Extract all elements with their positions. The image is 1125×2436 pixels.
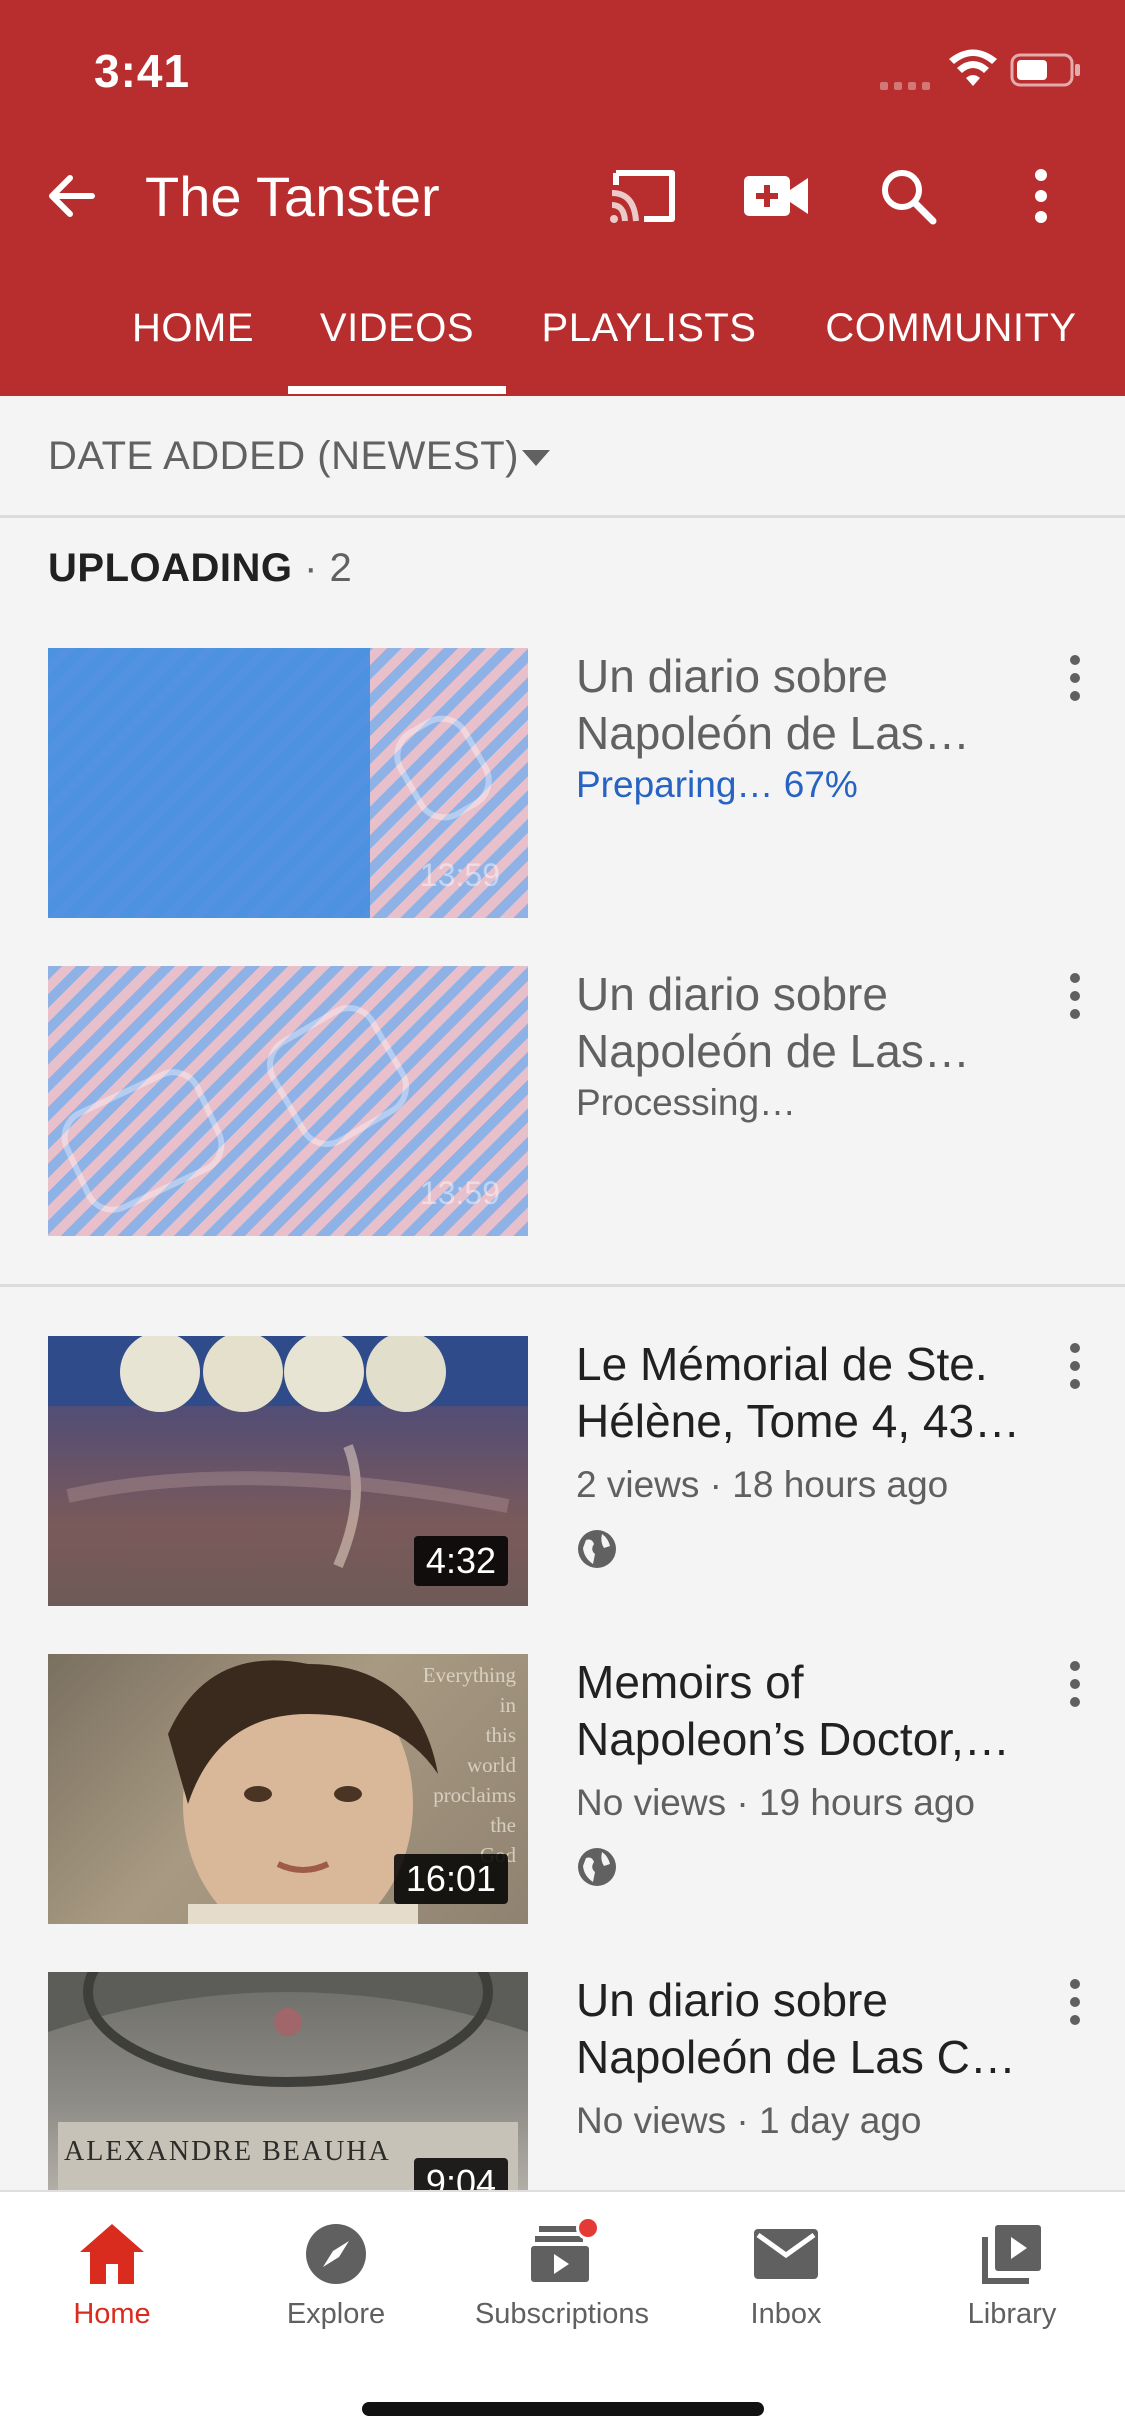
nav-explore-label: Explore [286,2298,386,2330]
tab-community[interactable]: COMMUNITY [820,290,1082,396]
nav-subscriptions[interactable]: Subscriptions [462,2216,662,2338]
video-title: Un diario sobre Napoleón de Las… [576,650,970,759]
cast-button[interactable] [608,160,680,232]
globe-icon [578,1530,616,1568]
upload-progress-bar [48,648,370,918]
globe-icon [578,1848,616,1886]
channel-tabs: HOME VIDEOS PLAYLISTS COMMUNITY [0,290,1125,396]
nav-inbox[interactable]: Inbox [686,2218,886,2338]
app-header: 3:41 The Tanster HOME VIDEOS PLAYLISTS C… [0,0,1125,396]
duration-badge: 4:32 [413,1536,508,1586]
cast-icon [610,170,675,223]
nav-subscriptions-label: Subscriptions [474,2298,650,2330]
bottom-navigation: Home Explore Subscriptions Inbox Library [0,2190,1125,2436]
duration-badge: 9:04 [413,2158,508,2190]
video-camera-plus-icon [744,176,808,216]
tab-playlists[interactable]: PLAYLISTS [536,290,762,396]
back-arrow-icon[interactable] [40,164,104,228]
more-vert-icon [1035,169,1047,223]
more-vert-icon[interactable] [1060,1656,1090,1720]
upload-thumbnail: 13:59 [48,966,528,1236]
search-icon [882,170,937,225]
uploading-heading: UPLOADING · 2 [48,546,352,591]
upload-item[interactable]: 13:59 Un diario sobre Napoleón de Las… P… [0,966,1125,1238]
cell-signal-icon [880,82,930,90]
status-time: 3:41 [94,45,191,97]
channel-title: The Tanster [145,165,440,228]
tab-videos[interactable]: VIDEOS [288,290,506,396]
notification-badge [576,2216,600,2240]
uploading-count: · 2 [304,546,353,590]
caret-down-icon [522,450,550,466]
compass-icon [306,2224,366,2284]
more-vert-icon[interactable] [1060,650,1090,714]
video-title[interactable]: Le Mémorial de Ste. Hélène, Tome 4, 43… [576,1336,1026,1450]
thumbnail-caption: ALEXANDRE BEAUHA [64,2136,391,2167]
video-meta: No views · 19 hours ago [576,1782,975,1823]
library-icon [982,2225,1041,2284]
nav-library-label: Library [967,2298,1057,2330]
duration-badge: 16:01 [393,1854,508,1904]
battery-icon [1010,53,1080,87]
more-options-button[interactable] [1005,160,1077,232]
sort-label: DATE ADDED (NEWEST) [48,434,520,478]
video-title[interactable]: Memoirs of Napoleon’s Doctor,… [576,1654,1026,1768]
video-thumbnail[interactable]: Everything in this world proclaims the G… [48,1654,528,1924]
uploading-label: UPLOADING [48,546,293,590]
video-title: Un diario sobre Napoleón de Las… [576,968,970,1077]
more-vert-icon[interactable] [1060,1338,1090,1402]
video-item[interactable]: 4:32 Le Mémorial de Ste. Hélène, Tome 4,… [0,1336,1125,1608]
tab-home[interactable]: HOME [118,290,268,396]
video-thumbnail[interactable]: ALEXANDRE BEAUHA 9:04 [48,1972,528,2190]
video-meta: 2 views · 18 hours ago [576,1464,949,1505]
nav-library[interactable]: Library [912,2218,1112,2338]
section-divider [0,1284,1125,1287]
mail-icon [754,2229,818,2279]
thumbnail-duration: 13:59 [419,1175,500,1211]
more-vert-icon[interactable] [1060,968,1090,1032]
home-icon [80,2224,144,2284]
video-thumbnail[interactable]: 4:32 [48,1336,528,1606]
video-title[interactable]: Un diario sobre Napoleón de Las C… [576,1972,1026,2086]
home-indicator [362,2402,764,2416]
nav-home-label: Home [73,2298,151,2330]
more-vert-icon[interactable] [1060,1974,1090,2038]
active-tab-indicator [288,386,506,394]
sort-dropdown[interactable]: DATE ADDED (NEWEST) [0,396,1125,518]
thumbnail-caption: Everything in this world proclaims the G… [422,1663,516,1867]
search-button[interactable] [872,160,944,232]
upload-video-button[interactable] [740,160,812,232]
video-meta: No views · 1 day ago [576,2100,922,2141]
video-item[interactable]: Everything in this world proclaims the G… [0,1654,1125,1926]
upload-item[interactable]: 13:59 Un diario sobre Napoleón de Las… P… [0,648,1125,920]
upload-status: Processing… [576,1082,797,1123]
thumbnail-duration: 13:59 [419,857,500,893]
upload-thumbnail: 13:59 [48,648,528,918]
nav-inbox-label: Inbox [750,2298,822,2330]
nav-explore[interactable]: Explore [236,2218,436,2338]
upload-status: Preparing… 67% [576,764,858,805]
wifi-icon [949,49,997,86]
nav-home[interactable]: Home [12,2218,212,2338]
